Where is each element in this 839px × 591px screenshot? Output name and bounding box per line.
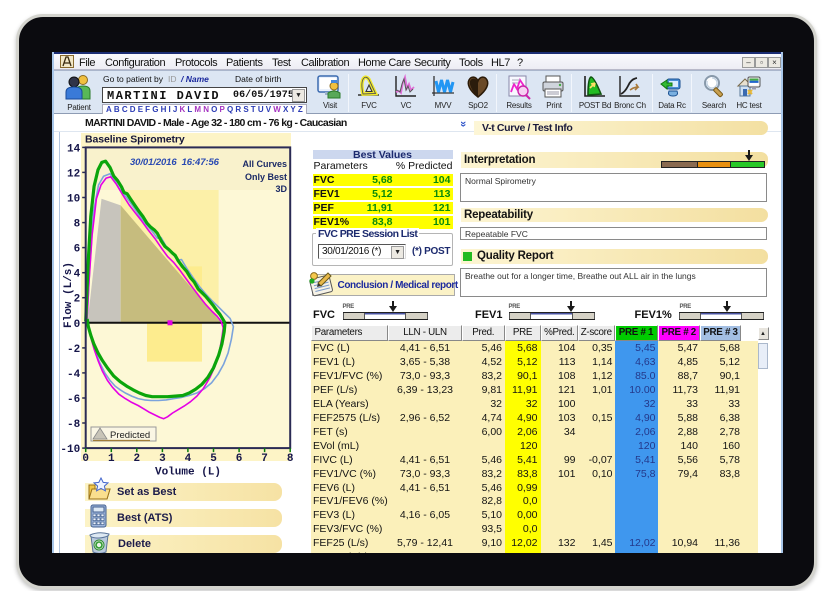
svg-text:3: 3 <box>159 453 166 465</box>
svg-text:7: 7 <box>261 453 268 465</box>
svg-text:10: 10 <box>67 194 80 206</box>
svg-text:14: 14 <box>67 143 81 155</box>
svg-text:6: 6 <box>74 244 81 256</box>
svg-text:Only Best: Only Best <box>245 172 287 182</box>
svg-text:Baseline Spirometry: Baseline Spirometry <box>85 134 185 146</box>
svg-text:2: 2 <box>133 453 140 465</box>
svg-text:12: 12 <box>67 168 80 180</box>
svg-text:-6: -6 <box>67 394 80 406</box>
svg-text:1: 1 <box>108 453 115 465</box>
svg-text:-10: -10 <box>60 444 80 456</box>
svg-text:Volume (L): Volume (L) <box>155 467 221 479</box>
svg-text:Flow (L/s): Flow (L/s) <box>63 262 75 328</box>
svg-text:-4: -4 <box>67 369 81 381</box>
svg-text:8: 8 <box>74 219 81 231</box>
svg-text:3D: 3D <box>275 184 287 194</box>
svg-text:30/01/2016 16:47:56: 30/01/2016 16:47:56 <box>130 157 220 168</box>
svg-text:-2: -2 <box>67 344 80 356</box>
svg-text:0: 0 <box>82 453 89 465</box>
svg-text:8: 8 <box>287 453 294 465</box>
svg-text:All Curves: All Curves <box>242 159 287 169</box>
svg-text:5: 5 <box>210 453 217 465</box>
svg-text:-8: -8 <box>67 419 81 431</box>
svg-text:Predicted: Predicted <box>110 430 150 441</box>
svg-text:6: 6 <box>236 453 243 465</box>
svg-text:4: 4 <box>185 453 192 465</box>
